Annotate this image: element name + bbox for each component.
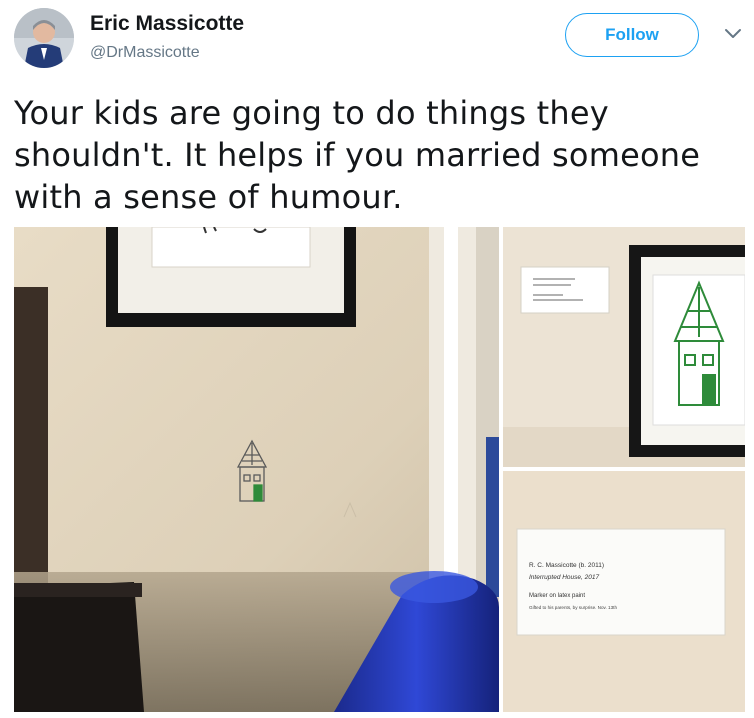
label-title: Interrupted House, 2017 — [529, 574, 599, 581]
author-handle[interactable]: @DrMassicotte — [90, 44, 200, 62]
label-credit: Gifted to his parents, by surprise. Nov.… — [529, 605, 617, 610]
photo-wall-drawing[interactable] — [14, 227, 499, 712]
label-medium: Marker on latex paint — [529, 593, 585, 599]
tweet-line: Your kids are going to do things they — [14, 94, 609, 132]
photo-museum-label[interactable]: R. C. Massicotte (b. 2011) Interrupted H… — [503, 471, 745, 712]
tweet-line: with a sense of humour. — [14, 178, 403, 216]
avatar[interactable] — [14, 8, 74, 68]
author-name[interactable]: Eric Massicotte — [90, 12, 244, 36]
user-avatar-icon — [14, 8, 74, 68]
tweet-text: Your kids are going to do things they sh… — [14, 92, 734, 218]
chevron-down-icon[interactable] — [724, 28, 742, 40]
follow-button[interactable]: Follow — [565, 13, 699, 57]
photo-framed-drawing[interactable] — [503, 227, 745, 467]
label-artist: R. C. Massicotte (b. 2011) — [529, 562, 604, 569]
tweet-line: shouldn't. It helps if you married someo… — [14, 136, 701, 174]
